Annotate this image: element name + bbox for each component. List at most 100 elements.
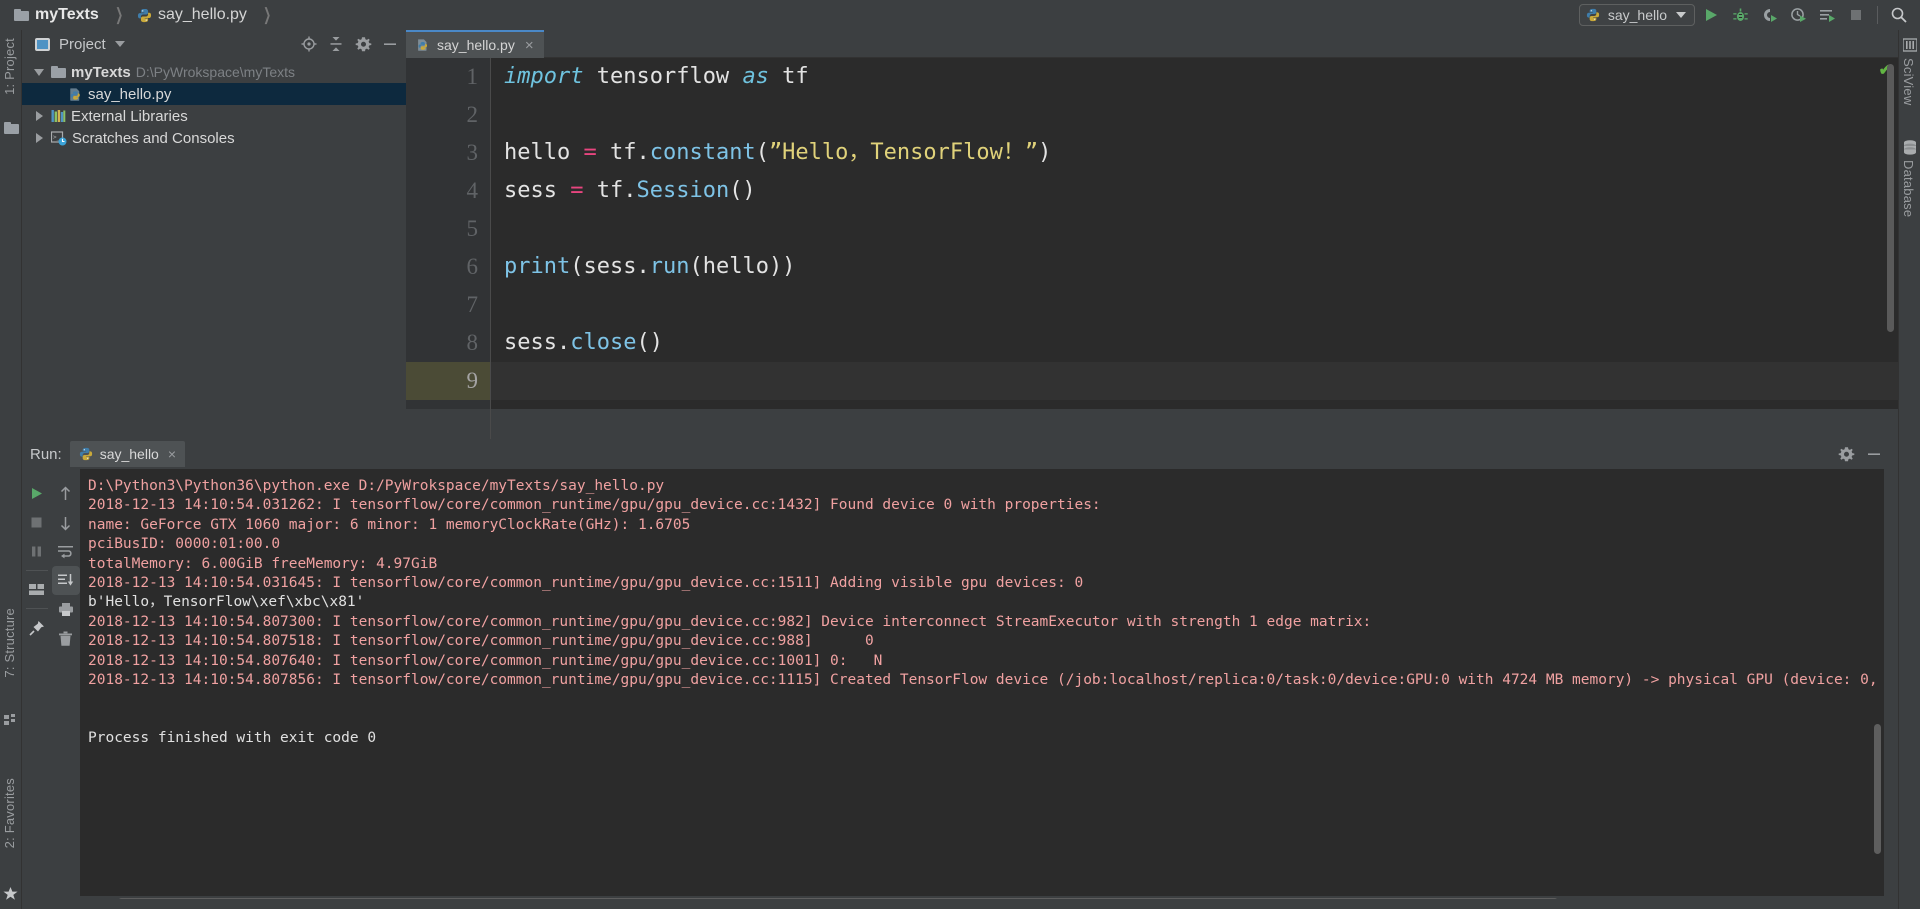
expand-arrow-icon[interactable] xyxy=(32,133,46,143)
rerun-button[interactable] xyxy=(23,479,51,508)
console-output[interactable]: D:\Python3\Python36\python.exe D:/PyWrok… xyxy=(80,469,1884,896)
print-button[interactable] xyxy=(52,595,80,624)
console-vertical-scrollbar[interactable] xyxy=(1874,724,1881,854)
down-stacktrace-button[interactable] xyxy=(52,508,80,537)
editor-area: say_hello.py × 1 2 3 4 5 6 7 8 9 import … xyxy=(406,30,1898,439)
soft-wrap-button[interactable] xyxy=(52,537,80,566)
code-line-7[interactable] xyxy=(490,286,1898,324)
arrow-down-icon xyxy=(60,516,71,530)
profile-clock-icon xyxy=(1790,7,1806,22)
profile-button[interactable] xyxy=(1785,2,1811,28)
run-side-column-2 xyxy=(51,469,80,909)
console-line: 2018-12-13 14:10:54.031645: I tensorflow… xyxy=(88,574,1084,591)
token-text: ) xyxy=(1038,140,1052,165)
code-line-1[interactable]: import tensorflow as tf xyxy=(490,58,1898,96)
editor-gutter[interactable]: 1 2 3 4 5 6 7 8 9 xyxy=(406,58,490,439)
line-number: 7 xyxy=(466,292,479,317)
close-icon[interactable]: × xyxy=(525,37,534,54)
pause-icon xyxy=(32,546,41,557)
stop-square-icon xyxy=(31,517,42,528)
folder-icon xyxy=(51,66,66,78)
token-keyword: as xyxy=(742,64,769,89)
sidebar-item-favorites[interactable]: 2: Favorites xyxy=(2,778,17,848)
sidebar-item-project-label: 1: Project xyxy=(2,38,17,95)
tree-node-label: myTexts xyxy=(71,63,131,81)
breadcrumb: myTexts ❯ say_hello.py ❯ xyxy=(14,5,279,25)
line-number: 6 xyxy=(466,254,479,279)
run-list-icon xyxy=(1819,9,1835,22)
run-tab-say-hello[interactable]: say_hello × xyxy=(69,441,186,467)
right-tool-strip: SciView Database xyxy=(1898,30,1920,909)
token-text: sess xyxy=(504,178,571,203)
settings-button[interactable] xyxy=(353,33,373,55)
tree-node-external-libraries[interactable]: External Libraries xyxy=(22,105,406,127)
debug-bug-icon xyxy=(1732,8,1748,21)
editor-vertical-scrollbar[interactable] xyxy=(1887,64,1894,332)
project-tree: myTexts D:\PyWrokspace\myTexts say_hello… xyxy=(22,58,406,439)
tree-node-scratches-and-consoles[interactable]: >_ Scratches and Consoles xyxy=(22,127,406,149)
pause-output-button[interactable] xyxy=(23,537,51,566)
run-button[interactable] xyxy=(1698,2,1724,28)
editor-tab-say-hello-py[interactable]: say_hello.py × xyxy=(406,30,544,58)
search-everywhere-button[interactable] xyxy=(1886,2,1912,28)
run-panel-header: Run: say_hello × xyxy=(22,439,1898,469)
close-icon[interactable]: × xyxy=(168,446,176,462)
code-line-3[interactable]: hello = tf.constant(”Hello，TensorFlow！”) xyxy=(490,134,1898,172)
stop-process-button[interactable] xyxy=(23,508,51,537)
expand-arrow-icon[interactable] xyxy=(32,111,46,121)
sidebar-item-database[interactable]: Database xyxy=(1901,160,1916,217)
debug-button[interactable] xyxy=(1727,2,1753,28)
hide-run-button[interactable] xyxy=(1864,443,1884,465)
collapse-all-button[interactable] xyxy=(326,33,346,55)
code-line-2[interactable] xyxy=(490,96,1898,134)
locate-button[interactable] xyxy=(299,33,319,55)
pin-tab-button[interactable] xyxy=(23,613,51,642)
tree-node-path: D:\PyWrokspace\myTexts xyxy=(135,64,295,80)
tree-node-say-hello-py[interactable]: say_hello.py xyxy=(22,83,406,105)
token-text: tf. xyxy=(583,178,637,203)
code-line-4[interactable]: sess = tf.Session() xyxy=(490,172,1898,210)
run-coverage-button[interactable] xyxy=(1756,2,1782,28)
expand-arrow-icon[interactable] xyxy=(32,68,46,76)
stop-square-icon xyxy=(1851,10,1861,20)
database-icon xyxy=(1903,140,1917,155)
token-operator: = xyxy=(570,178,584,203)
stop-button[interactable] xyxy=(1843,2,1869,28)
code-line-9[interactable] xyxy=(490,362,1898,400)
sidebar-item-structure-label: 7: Structure xyxy=(2,608,17,678)
breadcrumb-separator-end-icon: ❯ xyxy=(263,5,271,24)
code-line-5[interactable] xyxy=(490,210,1898,248)
code-line-8[interactable]: sess.close() xyxy=(490,324,1898,362)
tree-node-mytexts[interactable]: myTexts D:\PyWrokspace\myTexts xyxy=(22,61,406,83)
run-coverage-icon xyxy=(1763,8,1777,22)
token-string: ”Hello，TensorFlow！” xyxy=(768,140,1039,165)
console-line: 2018-12-13 14:10:54.807518: I tensorflow… xyxy=(88,633,874,650)
breadcrumb-project[interactable]: myTexts xyxy=(35,6,99,24)
run-with-args-button[interactable] xyxy=(1814,2,1840,28)
console-line: pciBusID: 0000:01:00.0 xyxy=(88,536,281,553)
run-settings-button[interactable] xyxy=(1836,443,1856,465)
token-text: tensorflow xyxy=(583,64,743,89)
clear-all-button[interactable] xyxy=(52,624,80,653)
layout-button[interactable] xyxy=(23,575,51,604)
editor-tab-label: say_hello.py xyxy=(437,37,515,53)
toolbar-divider xyxy=(25,570,48,571)
line-number: 2 xyxy=(466,102,479,127)
code-line-6[interactable]: print(sess.run(hello)) xyxy=(490,248,1898,286)
sidebar-item-project[interactable]: 1: Project xyxy=(2,38,17,95)
up-stacktrace-button[interactable] xyxy=(52,479,80,508)
console-line-stdout: b'Hello，TensorFlow\xef\xbc\x81' xyxy=(88,594,365,611)
sidebar-item-sciview[interactable]: SciView xyxy=(1901,58,1916,105)
breadcrumb-file[interactable]: say_hello.py xyxy=(158,6,247,24)
chevron-down-icon[interactable] xyxy=(114,41,125,47)
code-editor[interactable]: import tensorflow as tf hello = tf.const… xyxy=(490,58,1898,439)
hide-button[interactable] xyxy=(380,33,400,55)
python-file-icon xyxy=(137,8,152,23)
token-function: Session xyxy=(636,178,730,203)
run-icon xyxy=(32,488,42,499)
console-line: name: GeForce GTX 1060 major: 6 minor: 1… xyxy=(88,516,691,533)
sidebar-item-structure[interactable]: 7: Structure xyxy=(2,608,17,678)
scroll-to-end-button[interactable] xyxy=(51,566,80,595)
run-configuration-selector[interactable]: say_hello xyxy=(1578,4,1695,26)
